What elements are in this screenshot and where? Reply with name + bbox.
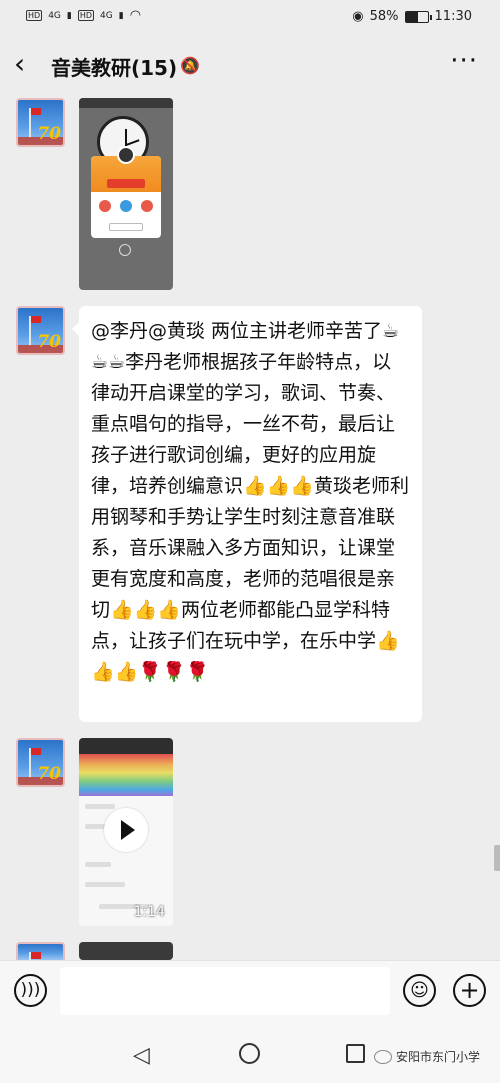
eye-icon: ◉ [352, 9, 364, 24]
avatar[interactable] [16, 942, 65, 960]
status-right: ◉ 58% 11:30 [352, 9, 472, 24]
input-bar: ))) ☺ + [0, 960, 500, 1022]
seventy-logo: 70 [37, 764, 61, 784]
signal-icon: ▮ [118, 10, 124, 21]
avatar[interactable]: 70 [16, 306, 65, 355]
wifi-icon: ◠ [129, 8, 142, 23]
network-indicators: HD 4G ▮ HD 4G ▮ ◠ [26, 8, 141, 23]
nav-home-icon[interactable] [239, 1043, 260, 1064]
hd-tag-1: HD [26, 10, 43, 21]
status-bar: HD 4G ▮ HD 4G ▮ ◠ ◉ 58% 11:30 [0, 0, 500, 36]
bell-off-icon: 🔕 [180, 56, 200, 75]
chat-title: 音美教研(15) [51, 56, 178, 80]
watermark: 安阳市东门小学 [374, 1048, 480, 1065]
flag-icon [30, 108, 41, 115]
status-time: 11:30 [434, 9, 472, 24]
flag-icon [30, 952, 41, 959]
flag-icon [30, 748, 41, 755]
seventy-logo: 70 [37, 332, 61, 352]
nav-recents-icon[interactable] [346, 1044, 365, 1063]
system-nav-bar: ◁ 安阳市东门小学 [0, 1022, 500, 1083]
battery-percent: 58% [369, 9, 399, 24]
text-message-bubble[interactable]: @李丹@黄琰 两位主讲老师辛苦了☕☕☕李丹老师根据孩子年龄特点，以律动开启课堂的… [72, 306, 422, 722]
signal-label-1: 4G [48, 10, 61, 21]
message-input[interactable] [60, 967, 390, 1015]
message-text: @李丹@黄琰 两位主讲老师辛苦了☕☕☕李丹老师根据孩子年龄特点，以律动开启课堂的… [91, 320, 409, 683]
popup-card [91, 146, 161, 238]
battery-icon [404, 10, 432, 23]
chevron-left-icon[interactable]: ‹ [14, 50, 25, 78]
video-duration: 1:14 [133, 904, 165, 920]
seventy-logo: 70 [37, 124, 61, 144]
flag-icon [30, 316, 41, 323]
image-message[interactable] [79, 98, 173, 290]
signal-label-2: 4G [100, 10, 113, 21]
nav-back-icon[interactable]: ◁ [133, 1043, 150, 1068]
play-icon[interactable] [104, 808, 148, 852]
close-icon [119, 244, 131, 256]
hd-tag-2: HD [77, 10, 95, 21]
plus-icon[interactable]: + [453, 974, 486, 1007]
signal-icon: ▮ [66, 10, 72, 21]
image-message[interactable] [79, 942, 173, 960]
scrollbar[interactable] [494, 845, 500, 871]
video-message[interactable]: 1:14 [79, 738, 173, 926]
emoji-icon[interactable]: ☺ [403, 974, 436, 1007]
wechat-icon [374, 1049, 392, 1064]
watermark-text: 安阳市东门小学 [396, 1050, 481, 1064]
thumbs-up-icon [117, 146, 135, 164]
avatar[interactable]: 70 [16, 98, 65, 147]
avatar[interactable]: 70 [16, 738, 65, 787]
voice-icon[interactable]: ))) [14, 974, 47, 1007]
more-dots-icon[interactable]: ··· [450, 46, 478, 76]
chat-header: ‹ 音美教研(15) 🔕 ··· [0, 36, 500, 96]
